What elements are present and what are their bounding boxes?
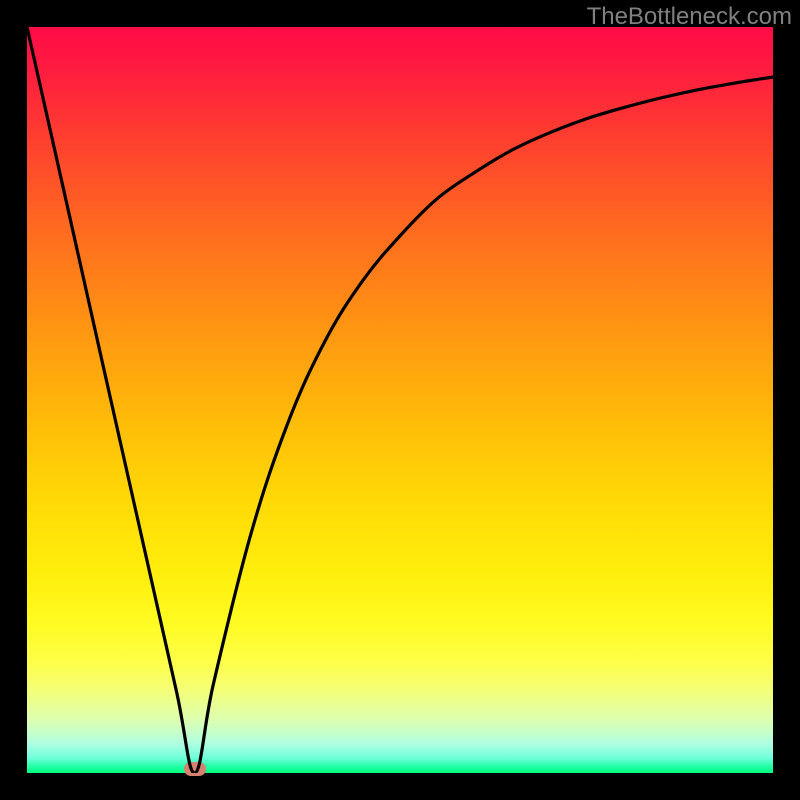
watermark-text: TheBottleneck.com [587,3,792,31]
bottleneck-curve [27,27,773,773]
curve-path [27,27,773,773]
